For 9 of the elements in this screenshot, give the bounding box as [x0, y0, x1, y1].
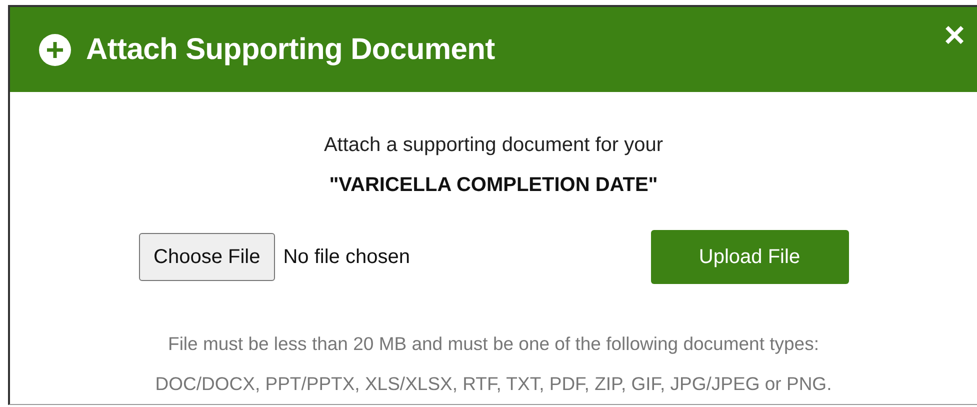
file-requirements-note: File must be less than 20 MB and must be one of the following document types: DOC/DOCX, PPT/PPTX, XLS/XLSX, RTF, TXT, PDF, ZIP, GIF, JPG/JPEG or PNG.	[155, 332, 832, 396]
file-status: No file chosen	[283, 245, 410, 270]
plus-circle-icon	[38, 32, 72, 66]
intro-text: Attach a supporting document for your	[324, 133, 664, 158]
close-button[interactable]: ×	[944, 16, 965, 52]
choose-file-button[interactable]: Choose File	[138, 233, 276, 281]
field-name: "VARICELLA COMPLETION DATE"	[329, 173, 658, 198]
dialog-title: Attach Supporting Document	[86, 32, 496, 68]
upload-button[interactable]: Upload File	[650, 230, 848, 284]
